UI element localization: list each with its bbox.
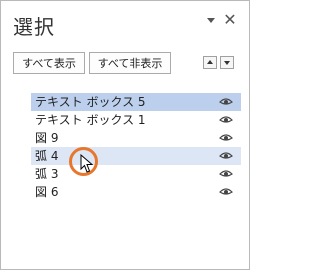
eye-icon[interactable]: [219, 133, 233, 143]
close-icon[interactable]: ✕: [221, 11, 239, 29]
list-item-label: 図 9: [35, 131, 59, 145]
list-item[interactable]: テキスト ボックス 1: [31, 111, 241, 129]
selection-pane: 選択 ✕ すべて表示 すべて非表示 テキスト ボックス 5 テキスト ボックス …: [0, 0, 250, 270]
list-item-label: テキスト ボックス 5: [35, 95, 146, 109]
list-item[interactable]: 図 6: [31, 183, 241, 201]
eye-icon[interactable]: [219, 187, 233, 197]
list-item-label: テキスト ボックス 1: [35, 113, 146, 127]
list-item-label: 図 6: [35, 185, 59, 199]
eye-icon[interactable]: [219, 169, 233, 179]
eye-icon[interactable]: [219, 115, 233, 125]
hide-all-button[interactable]: すべて非表示: [89, 52, 171, 74]
pane-title: 選択: [13, 15, 55, 39]
show-all-button[interactable]: すべて表示: [13, 52, 85, 74]
eye-icon[interactable]: [219, 151, 233, 161]
arrow-up-icon[interactable]: [203, 56, 217, 69]
list-item-label: 弧 4: [35, 149, 59, 163]
list-item-label: 弧 3: [35, 167, 59, 181]
list-item[interactable]: 図 9: [31, 129, 241, 147]
eye-icon[interactable]: [219, 97, 233, 107]
chevron-down-icon[interactable]: [207, 18, 215, 23]
object-list: テキスト ボックス 5 テキスト ボックス 1 図 9 弧 4 弧 3 図 6: [31, 93, 241, 201]
arrow-down-icon[interactable]: [220, 56, 234, 69]
mouse-pointer-icon: [80, 154, 94, 173]
list-item[interactable]: 弧 4: [31, 147, 241, 165]
list-item[interactable]: 弧 3: [31, 165, 241, 183]
list-item[interactable]: テキスト ボックス 5: [31, 93, 241, 111]
